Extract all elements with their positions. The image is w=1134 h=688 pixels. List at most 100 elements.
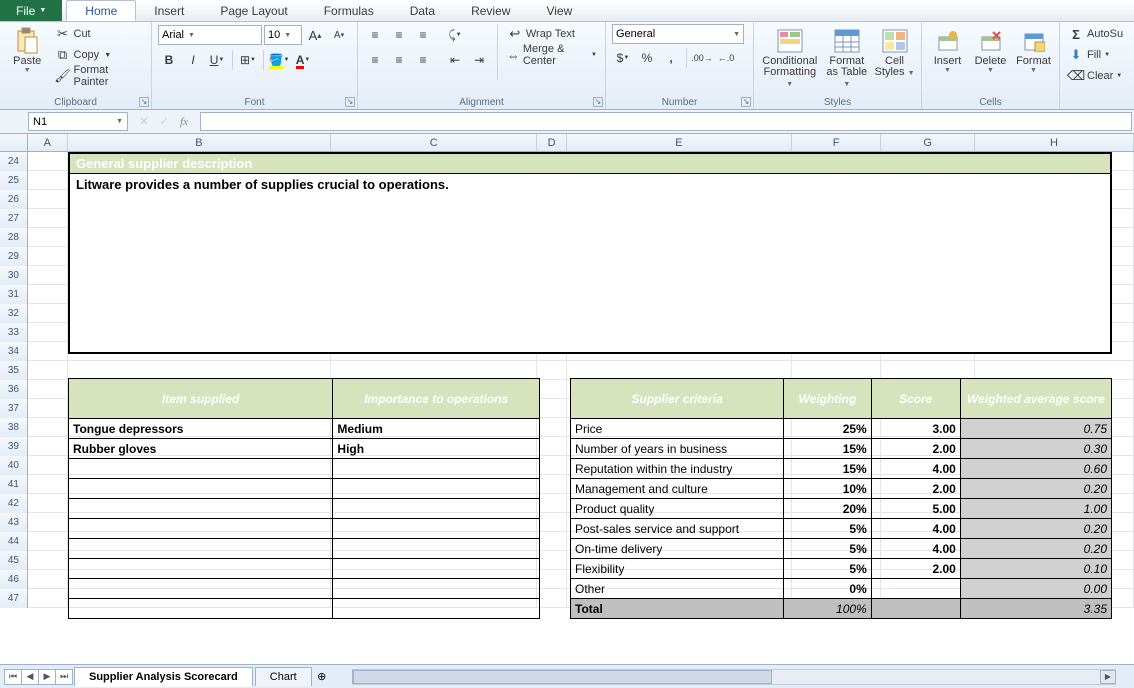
col-header[interactable]: E: [567, 134, 792, 151]
cell[interactable]: [28, 152, 68, 171]
row-header[interactable]: 40: [0, 456, 28, 475]
section-header[interactable]: General supplier description: [68, 152, 1112, 174]
fx-icon[interactable]: fx: [174, 116, 194, 128]
name-box[interactable]: N1▼: [28, 112, 128, 131]
row-header[interactable]: 29: [0, 247, 28, 266]
cell[interactable]: [28, 494, 68, 513]
cell[interactable]: [28, 304, 68, 323]
criteria-cell[interactable]: Reputation within the industry: [571, 459, 784, 479]
item-cell[interactable]: [69, 559, 333, 579]
weighted-cell[interactable]: 0.00: [960, 579, 1111, 599]
importance-cell[interactable]: [333, 479, 540, 499]
font-size-combo[interactable]: 10▼: [264, 25, 302, 45]
cell[interactable]: [28, 266, 68, 285]
col-header[interactable]: D: [537, 134, 567, 151]
cell-styles-button[interactable]: CellStyles ▼: [874, 24, 915, 81]
format-cells-button[interactable]: Format▼: [1014, 24, 1053, 76]
dialog-launcher-icon[interactable]: ↘: [345, 97, 355, 107]
importance-cell[interactable]: [333, 539, 540, 559]
tab-home[interactable]: Home: [66, 0, 136, 21]
new-sheet-button[interactable]: ⊕: [312, 670, 332, 683]
row-header[interactable]: 44: [0, 532, 28, 551]
weight-cell[interactable]: 20%: [784, 499, 872, 519]
clear-button[interactable]: ⌫Clear▼: [1066, 66, 1125, 86]
item-cell[interactable]: Rubber gloves: [69, 439, 333, 459]
criteria-cell[interactable]: Flexibility: [571, 559, 784, 579]
align-top-button[interactable]: ≡: [364, 24, 386, 46]
row-header[interactable]: 26: [0, 190, 28, 209]
tab-insert[interactable]: Insert: [136, 0, 202, 21]
item-cell[interactable]: [69, 579, 333, 599]
number-format-combo[interactable]: General▼: [612, 24, 744, 44]
row-header[interactable]: 38: [0, 418, 28, 437]
weight-cell[interactable]: 0%: [784, 579, 872, 599]
insert-cells-button[interactable]: Insert▼: [928, 24, 967, 76]
row-header[interactable]: 25: [0, 171, 28, 190]
sheet-tab-scorecard[interactable]: Supplier Analysis Scorecard: [74, 667, 253, 687]
score-cell[interactable]: 5.00: [871, 499, 960, 519]
align-center-button[interactable]: ≡: [388, 49, 410, 71]
fill-color-button[interactable]: 🪣▼: [268, 49, 290, 71]
weight-cell[interactable]: 10%: [784, 479, 872, 499]
cell[interactable]: [28, 513, 68, 532]
cancel-icon[interactable]: ✕: [134, 115, 154, 128]
cell[interactable]: [28, 342, 68, 361]
weighted-cell[interactable]: 1.00: [960, 499, 1111, 519]
cell[interactable]: [28, 551, 68, 570]
importance-cell[interactable]: [333, 599, 540, 619]
border-button[interactable]: ⊞▼: [237, 49, 259, 71]
row-header[interactable]: 28: [0, 228, 28, 247]
tab-formulas[interactable]: Formulas: [306, 0, 392, 21]
row-header[interactable]: 33: [0, 323, 28, 342]
cell[interactable]: [28, 190, 68, 209]
item-cell[interactable]: [69, 599, 333, 619]
col-header[interactable]: G: [881, 134, 975, 151]
horizontal-scrollbar[interactable]: ◀ ▶: [352, 669, 1116, 685]
row-header[interactable]: 31: [0, 285, 28, 304]
row-header[interactable]: 32: [0, 304, 28, 323]
tab-view[interactable]: View: [528, 0, 590, 21]
weight-cell[interactable]: 5%: [784, 559, 872, 579]
sheet-nav-prev[interactable]: ◀: [21, 669, 39, 685]
score-cell[interactable]: 4.00: [871, 459, 960, 479]
font-color-button[interactable]: A▼: [292, 49, 314, 71]
cell[interactable]: [28, 209, 68, 228]
align-right-button[interactable]: ≡: [412, 49, 434, 71]
row-header[interactable]: 46: [0, 570, 28, 589]
italic-button[interactable]: I: [182, 49, 204, 71]
underline-button[interactable]: U▼: [206, 49, 228, 71]
criteria-table[interactable]: Supplier criteria Weighting Score Weight…: [570, 378, 1112, 619]
item-cell[interactable]: [69, 479, 333, 499]
row-header[interactable]: 41: [0, 475, 28, 494]
criteria-cell[interactable]: Product quality: [571, 499, 784, 519]
row-header[interactable]: 47: [0, 589, 28, 608]
tab-data[interactable]: Data: [392, 0, 453, 21]
cell[interactable]: [28, 475, 68, 494]
weighted-cell[interactable]: 0.20: [960, 479, 1111, 499]
cell[interactable]: [28, 399, 68, 418]
conditional-formatting-button[interactable]: Conditional FormattingConditionalFormatt…: [760, 24, 820, 92]
cell[interactable]: [28, 589, 68, 608]
select-all-corner[interactable]: [0, 134, 28, 151]
criteria-cell[interactable]: Other: [571, 579, 784, 599]
col-header[interactable]: C: [331, 134, 537, 151]
sheet-nav-first[interactable]: ⏮: [4, 669, 22, 685]
dialog-launcher-icon[interactable]: ↘: [139, 97, 149, 107]
shrink-font-button[interactable]: A▾: [328, 24, 350, 46]
align-left-button[interactable]: ≡: [364, 49, 386, 71]
importance-cell[interactable]: [333, 499, 540, 519]
sheet-tab-chart[interactable]: Chart: [255, 667, 312, 686]
score-cell[interactable]: 2.00: [871, 479, 960, 499]
copy-button[interactable]: ⧉Copy▼: [53, 45, 146, 65]
decrease-decimal-button[interactable]: ←.0: [715, 47, 737, 69]
importance-cell[interactable]: Medium: [333, 419, 540, 439]
wrap-text-button[interactable]: ↩Wrap Text: [505, 24, 599, 44]
row-header[interactable]: 24: [0, 152, 28, 171]
cell[interactable]: [28, 418, 68, 437]
criteria-cell[interactable]: Price: [571, 419, 784, 439]
scroll-thumb[interactable]: [353, 670, 772, 684]
paste-button[interactable]: Paste ▼: [6, 24, 49, 76]
dialog-launcher-icon[interactable]: ↘: [741, 97, 751, 107]
formula-input[interactable]: [200, 112, 1132, 131]
item-cell[interactable]: [69, 519, 333, 539]
